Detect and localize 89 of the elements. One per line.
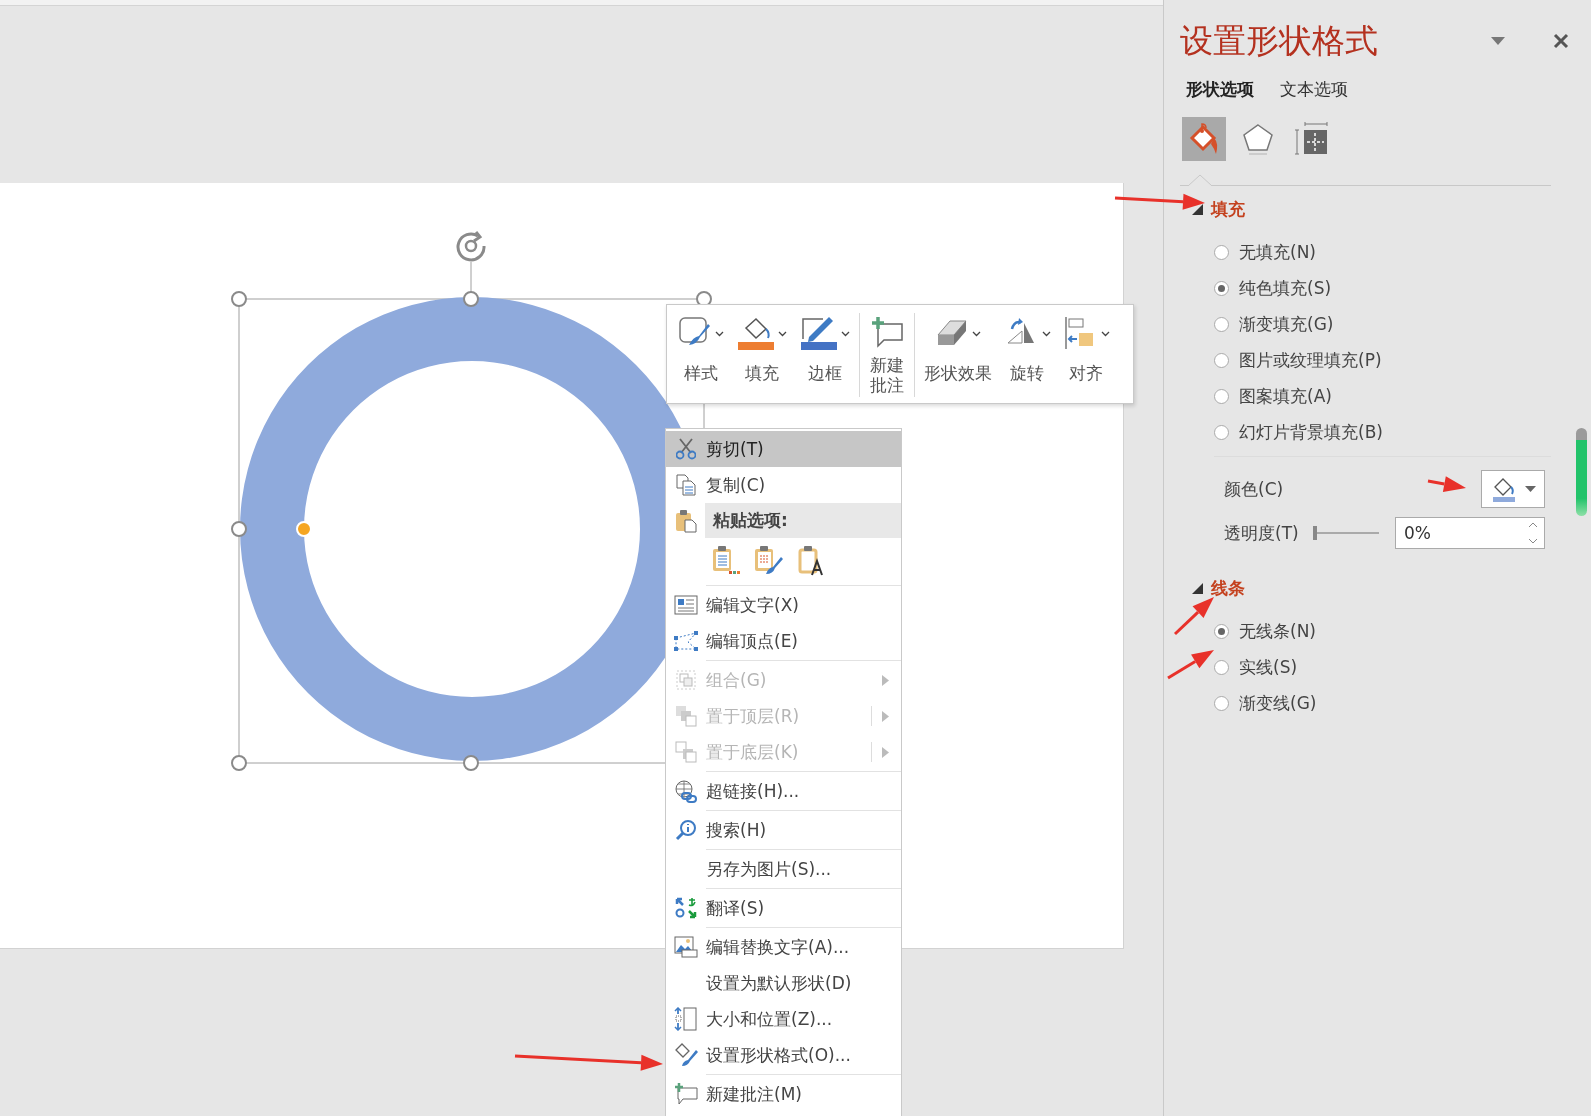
color-label: 颜色(C) [1224,477,1284,501]
menu-item[interactable]: 编辑顶点(E) [666,623,901,659]
bucket-brush-icon [674,1043,698,1067]
radio-option[interactable]: 无线条(N) [1192,613,1591,649]
menu-item[interactable]: 搜索(H) [666,812,901,848]
resize-handle[interactable] [231,755,247,771]
menu-item[interactable]: 编辑替换文字(A)... [666,929,901,965]
close-icon[interactable] [1553,33,1569,49]
radio-option[interactable]: 纯色填充(S) [1192,270,1591,306]
new-comment-icon [869,316,904,350]
paint-bucket-icon [736,315,776,351]
translate-icon [675,897,697,919]
radio-button[interactable] [1214,695,1229,711]
clipboard-lines-icon [712,546,740,576]
toolbar-button[interactable]: 边框 [793,313,856,397]
resize-handle[interactable] [463,291,479,307]
annotation-arrow [1167,650,1214,680]
section-header[interactable]: 填充 [1192,197,1591,221]
resize-handle[interactable] [231,291,247,307]
scrollbar-thumb[interactable] [1576,428,1587,516]
resize-handle[interactable] [463,755,479,771]
annotation-arrow [1427,476,1466,492]
color-picker-button[interactable] [1481,470,1545,508]
size-layout-icon [1295,122,1329,156]
menu-item[interactable]: 另存为图片(S)... [666,851,901,887]
resize-handle[interactable] [231,521,247,537]
radio-option[interactable]: 渐变线(G) [1192,685,1591,721]
radio-option[interactable]: 图片或纹理填充(P) [1192,342,1591,378]
radio-option[interactable]: 实线(S) [1192,649,1591,685]
menu-item[interactable]: 大小和位置(Z)... [666,1001,901,1037]
menu-item[interactable]: 剪切(T) [666,431,901,467]
new-comment-icon [674,1083,698,1105]
transparency-label: 透明度(T) [1224,521,1299,545]
caret-icon [1524,486,1536,492]
radio-button[interactable] [1214,280,1229,296]
toolbar-button[interactable]: 形状效果 [917,313,998,397]
radio-button[interactable] [1214,316,1229,332]
size-position-icon [674,1007,698,1031]
pen-outline-icon [799,315,839,351]
annotation-arrow [1173,597,1214,636]
menu-item[interactable]: 复制(C) [666,467,901,503]
radio-button[interactable] [1214,659,1229,675]
menu-item[interactable]: 翻译(S) [666,890,901,926]
edit-points-icon [674,631,698,651]
group-icon [675,669,697,691]
picture-icon [674,936,698,958]
radio-button[interactable] [1214,388,1229,404]
menu-item[interactable]: 编辑文字(X) [666,587,901,623]
radio-option[interactable]: 幻灯片背景填充(B) [1192,414,1591,450]
toolbar-button[interactable]: 样式 [671,313,730,397]
menu-item[interactable]: 设置为默认形状(D) [666,965,901,1001]
radio-option[interactable]: 渐变填充(G) [1192,306,1591,342]
section-header[interactable]: 线条 [1192,576,1591,600]
rotate-handle-icon[interactable] [456,231,486,262]
radio-button[interactable] [1214,244,1229,260]
search-icon [675,819,697,841]
radio-button[interactable] [1214,623,1229,639]
pane-title: 设置形状格式 [1180,19,1379,62]
radio-option[interactable]: 图案填充(A) [1192,378,1591,414]
pane-tab[interactable]: 形状选项 [1186,78,1254,101]
toolbar-button[interactable]: 填充 [730,313,793,397]
scissors-icon [676,438,696,460]
transparency-field[interactable]: 0% [1395,517,1545,549]
menu-item[interactable]: 设置形状格式(O)... [666,1037,901,1073]
globe-link-icon [674,779,698,803]
paint-bucket-icon [1188,122,1220,156]
paste-options-heading: 粘贴选项: [705,503,901,538]
paint-bucket-icon [1490,476,1517,502]
toolbar-button[interactable]: 旋转 [997,313,1057,397]
clipboard-outline-icon [798,546,826,576]
menu-item[interactable]: 新建批注(M) [666,1076,901,1112]
layers-icon [675,705,697,727]
radio-button[interactable] [1214,352,1229,368]
copy-icon [676,474,696,496]
layers-icon [675,741,697,763]
adjust-handle[interactable] [296,521,312,537]
toolbar-button[interactable]: 对齐 [1056,313,1116,397]
category-button[interactable] [1182,117,1226,161]
pane-tab[interactable]: 文本选项 [1280,78,1348,101]
menu-item[interactable]: 超链接(H)... [666,773,901,809]
clipboard-brush-icon [754,546,784,576]
toolbar-button[interactable]: 新建批注 [863,313,911,397]
radio-option[interactable]: 无填充(N) [1192,234,1591,270]
radio-button[interactable] [1214,424,1229,440]
dropdown-caret-icon[interactable] [1491,37,1505,45]
pentagon-icon [1241,122,1275,156]
slider-thumb[interactable] [1312,526,1317,540]
clipboard-icon [675,508,697,533]
text-box-icon [674,595,698,615]
